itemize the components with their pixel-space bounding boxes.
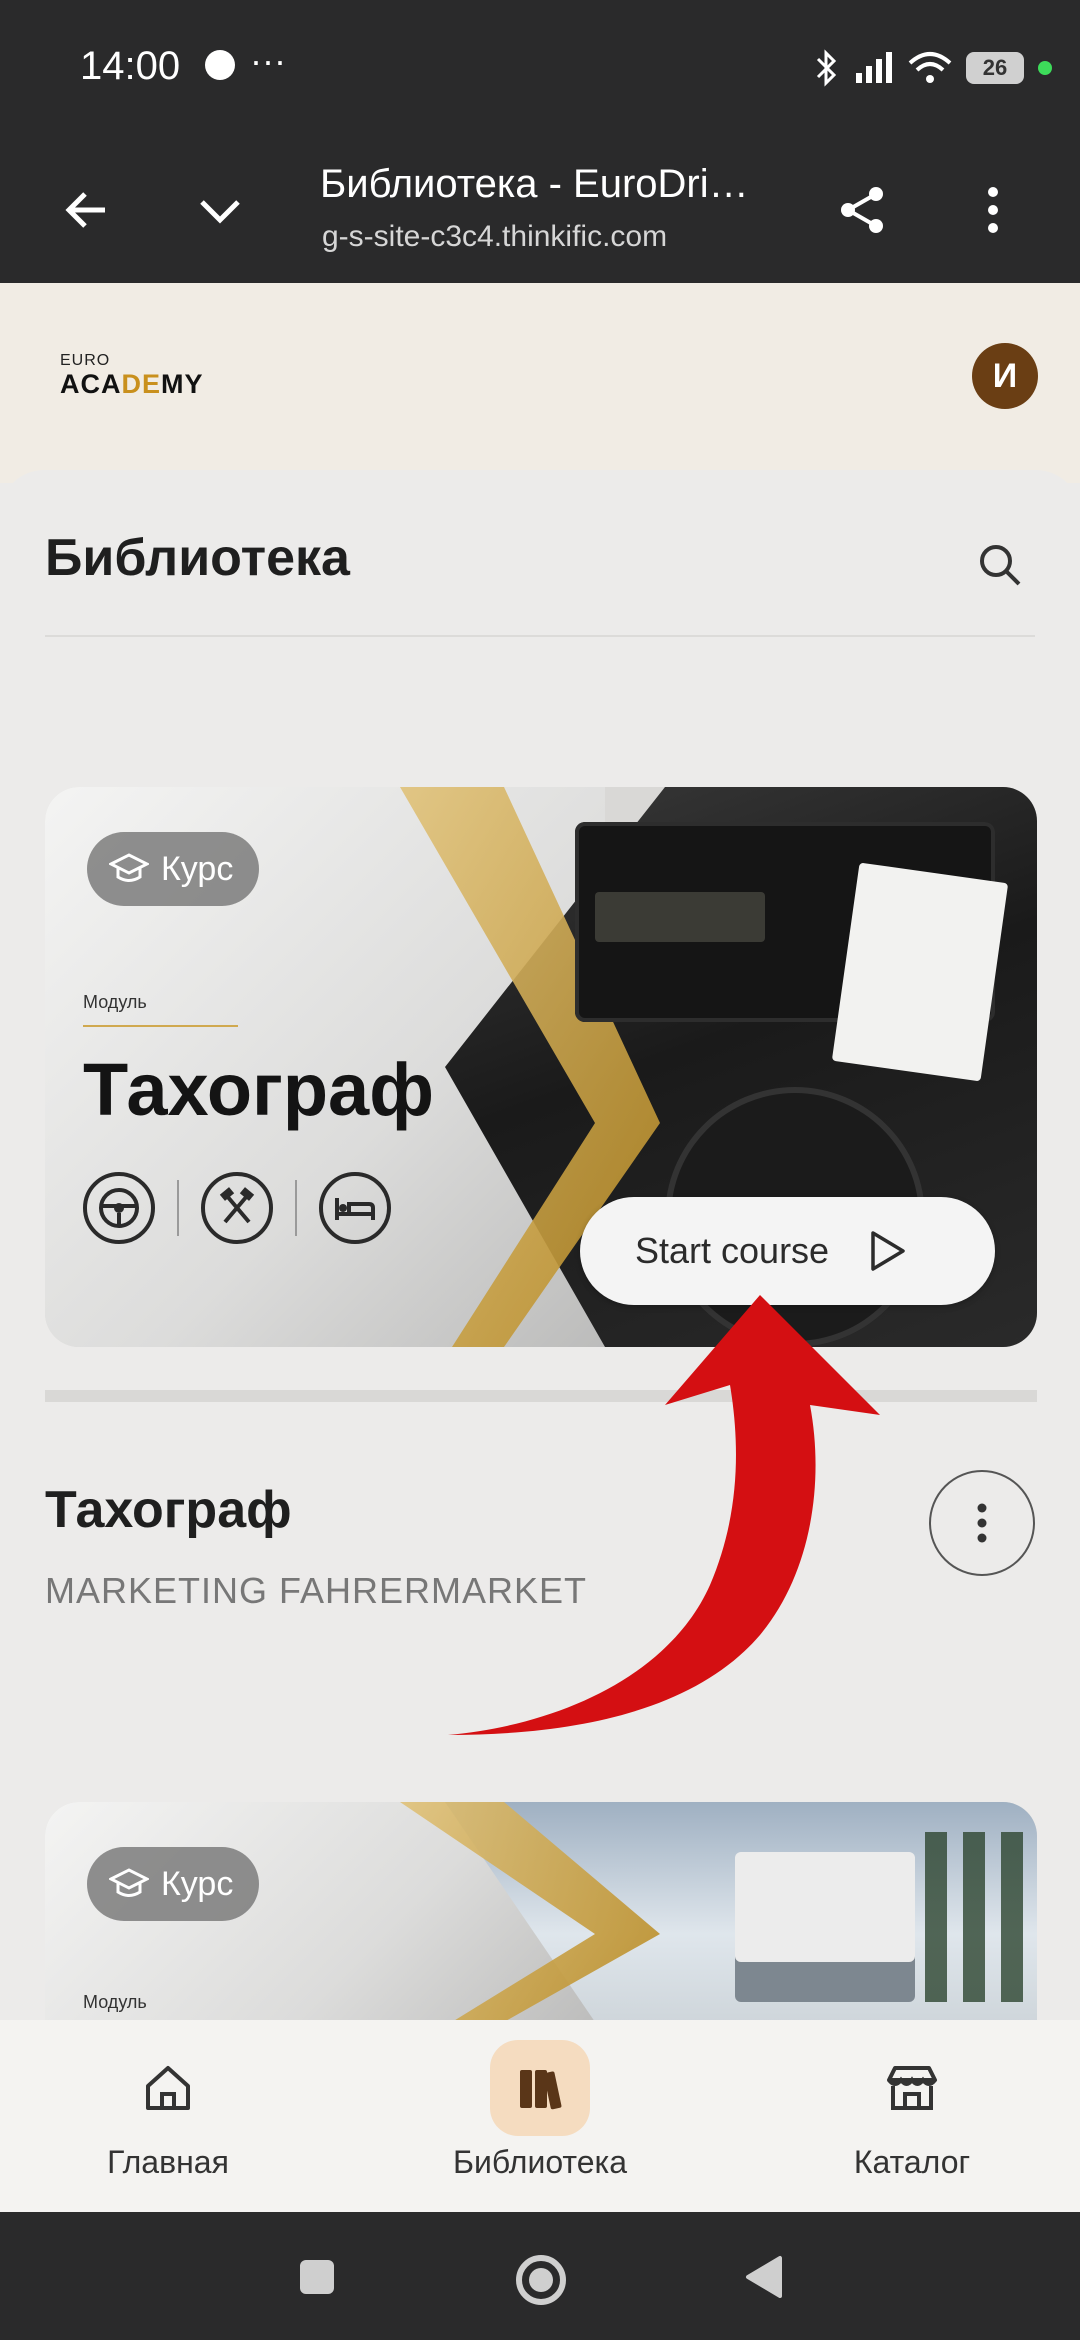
arrow-left-icon bbox=[65, 192, 105, 228]
red-arrow-annotation bbox=[448, 1295, 880, 1735]
share-icon bbox=[841, 187, 883, 233]
wifi-icon bbox=[908, 52, 952, 83]
site-header: EURO ACADEMY И bbox=[0, 283, 1080, 483]
card-icon-row bbox=[83, 1172, 391, 1244]
circle-icon bbox=[516, 2255, 566, 2305]
logo-main-text: ACADEMY bbox=[60, 369, 204, 399]
library-panel: Библиотека Курс Модуль Тахограф Start co… bbox=[0, 470, 1080, 2030]
signal-icon bbox=[856, 52, 892, 83]
steering-wheel-icon bbox=[83, 1172, 155, 1244]
home-icon bbox=[118, 2040, 218, 2136]
nav-item-library[interactable]: Библиотека bbox=[420, 2040, 660, 2190]
chevron-down-icon bbox=[200, 200, 240, 224]
nav-item-catalog[interactable]: Каталог bbox=[792, 2040, 1032, 2190]
store-icon bbox=[862, 2040, 962, 2136]
course-type-chip: Курс bbox=[87, 1847, 260, 1921]
nav-item-home[interactable]: Главная bbox=[48, 2040, 288, 2190]
browser-menu-button[interactable] bbox=[958, 175, 1028, 245]
graduation-cap-icon bbox=[109, 853, 149, 882]
home-system-button[interactable] bbox=[513, 2252, 566, 2305]
card-image-title: Тахограф bbox=[83, 1048, 434, 1131]
logo-top-text: EURO bbox=[60, 352, 111, 369]
square-icon bbox=[300, 2260, 334, 2294]
library-icon bbox=[490, 2040, 590, 2136]
course-card-image-2[interactable]: Курс Модуль bbox=[45, 1802, 1037, 2022]
more-notifications-icon: ··· bbox=[250, 40, 286, 81]
bluetooth-icon bbox=[816, 49, 837, 87]
status-time: 14:00 bbox=[80, 44, 181, 88]
heading-divider bbox=[45, 635, 1035, 637]
page-title: Библиотека - EuroDri… bbox=[320, 162, 749, 206]
truck-image bbox=[735, 1852, 915, 2002]
recents-button[interactable] bbox=[292, 2252, 342, 2302]
forest-image bbox=[925, 1832, 1037, 2002]
collapse-button[interactable] bbox=[185, 175, 255, 245]
hammers-icon bbox=[201, 1172, 273, 1244]
module-label: Модуль bbox=[83, 992, 147, 1012]
icon-separator bbox=[295, 1180, 297, 1236]
icon-separator bbox=[177, 1180, 179, 1236]
course-options-button[interactable] bbox=[929, 1470, 1035, 1576]
browser-bar: Библиотека - EuroDri… g-s-site-c3c4.thin… bbox=[0, 140, 1080, 283]
kebab-menu-icon bbox=[977, 1503, 987, 1543]
triangle-back-icon bbox=[746, 2256, 782, 2298]
page-url[interactable]: g-s-site-c3c4.thinkific.com bbox=[322, 220, 667, 254]
module-label: Модуль bbox=[83, 1992, 147, 2012]
status-icons: 26 bbox=[814, 48, 1052, 88]
messenger-icon bbox=[205, 50, 235, 80]
receipt-image bbox=[831, 862, 1009, 1082]
course-type-chip: Курс bbox=[87, 832, 260, 906]
search-button[interactable] bbox=[965, 530, 1035, 600]
status-bar: 14:00 ··· 26 bbox=[0, 0, 1080, 140]
nav-label-home: Главная bbox=[107, 2144, 229, 2180]
system-navigation-bar bbox=[0, 2212, 1080, 2340]
search-icon bbox=[980, 545, 1021, 586]
bottom-navigation: Главная Библиотека Каталог bbox=[0, 2020, 1080, 2212]
nav-label-library: Библиотека bbox=[453, 2144, 627, 2180]
academy-logo[interactable]: EURO ACADEMY bbox=[60, 353, 204, 400]
nav-label-catalog: Каталог bbox=[853, 2144, 971, 2180]
course-type-label: Курс bbox=[161, 1864, 234, 1903]
course-type-label: Курс bbox=[161, 849, 234, 888]
library-heading: Библиотека bbox=[45, 529, 350, 587]
kebab-menu-icon bbox=[988, 187, 998, 233]
graduation-cap-icon bbox=[109, 1868, 149, 1897]
bed-icon bbox=[319, 1172, 391, 1244]
module-underline bbox=[83, 1025, 238, 1027]
course-title[interactable]: Тахограф bbox=[45, 1480, 292, 1540]
battery-indicator: 26 bbox=[966, 52, 1024, 84]
back-system-button[interactable] bbox=[740, 2252, 790, 2302]
share-button[interactable] bbox=[827, 175, 897, 245]
user-avatar[interactable]: И bbox=[972, 343, 1038, 409]
back-button[interactable] bbox=[52, 175, 122, 245]
privacy-dot bbox=[1038, 61, 1052, 75]
